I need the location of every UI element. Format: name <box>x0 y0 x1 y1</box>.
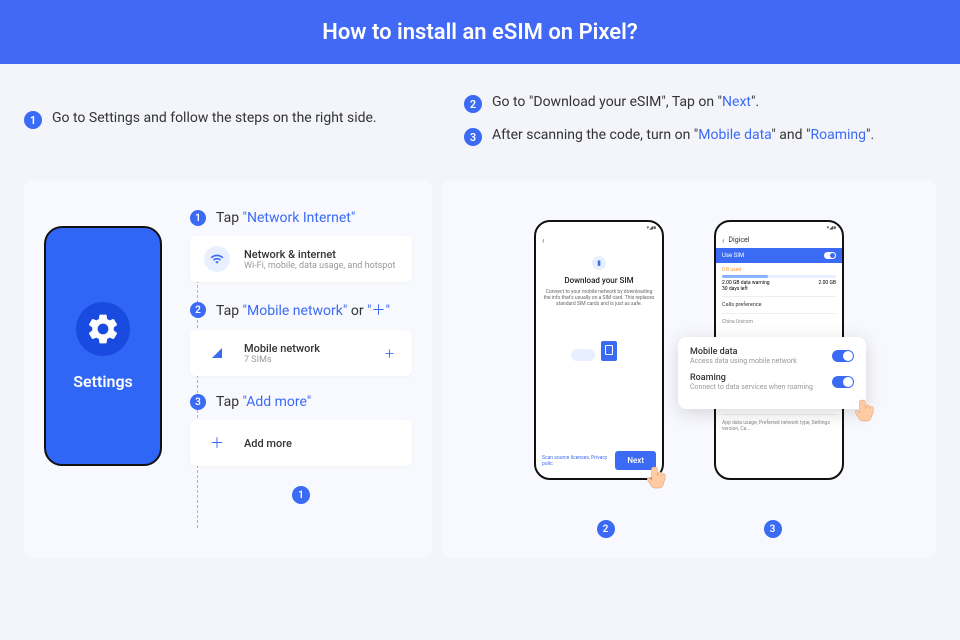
download-sim-screenshot: ⠀▾◢■ ‹ ▮ Download your SIM Connect to yo… <box>534 220 664 480</box>
roaming-toggle[interactable] <box>832 376 854 388</box>
download-sim-heading: Download your SIM <box>542 276 656 285</box>
settings-phone-mock: Settings <box>44 226 162 466</box>
step-number-badge: 2 <box>464 95 482 113</box>
timeline-dots <box>197 240 198 528</box>
wifi-icon <box>204 246 230 272</box>
toggles-overlay: Mobile data Access data using mobile net… <box>678 337 866 409</box>
card-subtitle: 7 SIMs <box>244 355 367 365</box>
setting-value: App data usage, Preferred network type, … <box>722 414 836 437</box>
back-icon: ‹ <box>722 236 724 245</box>
screenshot-badge-3: 3 <box>764 520 782 538</box>
network-internet-card[interactable]: Network & internet Wi-Fi, mobile, data u… <box>190 236 412 282</box>
signal-icon <box>204 340 230 366</box>
settings-icon-circle <box>76 302 130 356</box>
mobile-data-sub: Access data using mobile network <box>690 357 797 365</box>
data-usage-block: 0 B used 2.00 GB data warning2.00 GB 30 … <box>716 263 842 296</box>
substep-3: 3 Tap "Add more" ＋ Add more <box>190 394 412 466</box>
substep-label: Tap "Mobile network" or "＋" <box>216 300 390 320</box>
step-number-badge: 3 <box>464 128 482 146</box>
header-banner: How to install an eSIM on Pixel? <box>0 0 960 64</box>
panel-right: ⠀▾◢■ ‹ ▮ Download your SIM Connect to yo… <box>442 180 936 558</box>
hand-pointer-icon <box>852 397 880 429</box>
back-icon: ‹ <box>542 236 544 245</box>
mobile-data-row: Mobile data Access data using mobile net… <box>690 347 854 365</box>
download-sim-description: Connect to your mobile network by downlo… <box>542 289 656 307</box>
plus-icon: ＋ <box>204 430 230 456</box>
use-sim-toggle[interactable] <box>824 252 836 259</box>
setting-row: Calls preference <box>722 296 836 313</box>
sim-icon: ▮ <box>597 259 601 267</box>
gear-icon <box>85 311 121 347</box>
screenshot-badge-1: 1 <box>292 486 310 504</box>
mobile-data-label: Mobile data <box>690 347 797 357</box>
substep-label: Tap "Add more" <box>216 394 311 410</box>
add-more-card[interactable]: ＋ Add more <box>190 420 412 466</box>
substep-number: 3 <box>190 394 206 410</box>
footer-links: Scan source licenses, Privacy polic <box>542 455 615 467</box>
instruction-1: 1 Go to Settings and follow the steps on… <box>24 110 424 129</box>
mobile-network-card[interactable]: Mobile network 7 SIMs + <box>190 330 412 376</box>
instructions-row: 1 Go to Settings and follow the steps on… <box>0 64 960 180</box>
step-number-badge: 1 <box>24 111 42 129</box>
roaming-row: Roaming Connect to data services when ro… <box>690 373 854 391</box>
substep-2: 2 Tap "Mobile network" or "＋" Mobile net… <box>190 300 412 376</box>
roaming-sub: Connect to data services when roaming <box>690 383 813 391</box>
instruction-2: 2 Go to "Download your eSIM", Tap on "Ne… <box>464 94 936 113</box>
substep-number: 2 <box>190 302 206 318</box>
instruction-text: Go to Settings and follow the steps on t… <box>52 110 377 126</box>
digicel-settings-screenshot: ⠀▾◢■ ‹Digicel Use SIM 0 B used 2.00 GB d… <box>714 220 844 480</box>
card-title: Mobile network <box>244 342 367 355</box>
card-title: Network & internet <box>244 248 398 261</box>
hand-pointer-icon <box>644 464 672 496</box>
instruction-text: After scanning the code, turn on "Mobile… <box>492 127 874 143</box>
page-title: How to install an eSIM on Pixel? <box>322 20 637 45</box>
settings-label: Settings <box>73 372 133 391</box>
plus-icon[interactable]: + <box>381 344 398 363</box>
substep-number: 1 <box>190 210 206 226</box>
substep-label: Tap "Network Internet" <box>216 210 355 226</box>
use-sim-row[interactable]: Use SIM <box>716 248 842 263</box>
substep-1: 1 Tap "Network Internet" Network & inter… <box>190 210 412 282</box>
carrier-title: Digicel <box>728 236 749 244</box>
setting-value: China Unicom <box>722 313 836 330</box>
mobile-data-toggle[interactable] <box>832 350 854 362</box>
instruction-3: 3 After scanning the code, turn on "Mobi… <box>464 127 936 146</box>
sim-illustration <box>569 331 629 379</box>
instruction-text: Go to "Download your eSIM", Tap on "Next… <box>492 94 759 110</box>
card-title: Add more <box>244 437 398 450</box>
roaming-label: Roaming <box>690 373 813 383</box>
panel-left: Settings 1 Tap "Network Internet" Networ… <box>24 180 432 558</box>
card-subtitle: Wi-Fi, mobile, data usage, and hotspot <box>244 261 398 271</box>
screenshot-badge-2: 2 <box>597 520 615 538</box>
